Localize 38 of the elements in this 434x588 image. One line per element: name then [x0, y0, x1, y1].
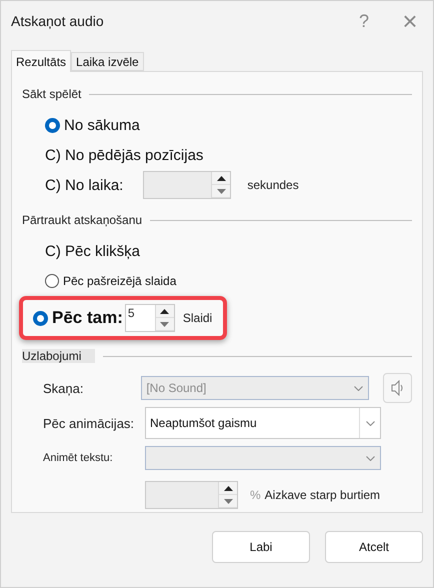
option-label: C) No pēdējās pozīcijas	[45, 146, 204, 164]
option-label: Pēc tam:	[52, 308, 123, 328]
section-title: Uzlabojumi	[22, 349, 96, 363]
speaker-button[interactable]	[383, 373, 412, 403]
dialog-button[interactable]: Atcelt	[325, 531, 423, 563]
dropdown-caret-icon	[366, 420, 374, 426]
option-label: C) Pēc klikšķa	[45, 242, 140, 260]
dropdown-caret-icon	[366, 456, 374, 460]
dropdown-caret-icon	[354, 386, 362, 390]
delay-field[interactable]	[145, 481, 238, 509]
up-arrow-icon	[216, 176, 226, 180]
down-arrow-icon	[160, 322, 170, 326]
number-field[interactable]: 5	[124, 304, 175, 332]
field-label: Skaņa:	[43, 380, 84, 396]
percent-sign: %	[250, 488, 261, 502]
after-animation-dropdown[interactable]: Neaptumšot gaismu	[145, 407, 381, 439]
down-arrow-icon	[224, 498, 232, 504]
speaker-icon	[391, 380, 404, 396]
up-arrow-icon	[160, 308, 170, 314]
section-title: Sākt spēlēt	[22, 87, 82, 101]
window-title: Atskaņot audio	[11, 13, 105, 29]
radio-button[interactable]	[45, 274, 59, 288]
section-title: Pārtraukt atskaņošanu	[22, 213, 142, 227]
up-arrow-icon	[224, 486, 232, 490]
option-label: Pēc pašreizējā slaida	[63, 274, 176, 288]
dialog-button[interactable]: Labi	[212, 531, 310, 563]
field-label: Animēt tekstu:	[43, 452, 114, 464]
tab[interactable]: Rezultāts	[11, 50, 72, 72]
unit-label: sekundes	[247, 178, 299, 192]
tab[interactable]: Laika izvēle	[71, 52, 144, 71]
unit-label: Slaidi	[182, 311, 212, 325]
radio-button[interactable]	[33, 310, 48, 326]
field-label: Pēc animācijas:	[43, 416, 136, 430]
radio-button[interactable]	[45, 118, 60, 132]
delay-label: Aizkave starp burtiem	[264, 488, 380, 502]
option-label: C) No laika:	[45, 176, 124, 194]
option-label: No sākuma	[64, 116, 140, 134]
down-arrow-icon	[216, 188, 226, 194]
